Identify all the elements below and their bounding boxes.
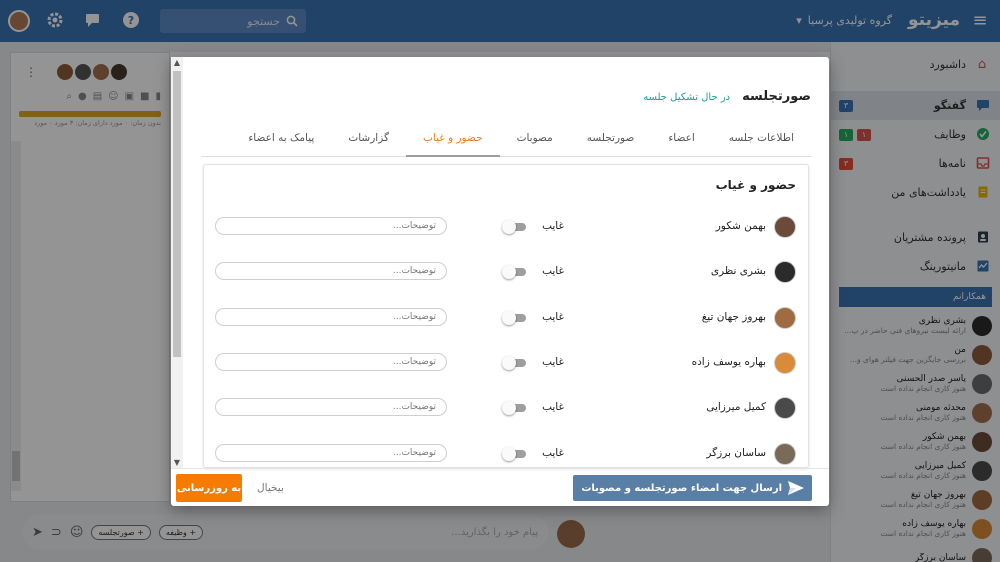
notes-input[interactable]: [215, 398, 447, 417]
attendee-name: کمیل میرزایی: [706, 401, 766, 414]
tab-sms-members[interactable]: پیامک به اعضاء: [231, 123, 331, 157]
avatar: [774, 261, 796, 284]
attendee-name: بشری نظری: [710, 265, 766, 278]
tab-members[interactable]: اعضاء: [651, 123, 711, 157]
absent-label: غایب: [542, 265, 564, 278]
tab-reports[interactable]: گزارشات: [331, 123, 406, 157]
avatar: [774, 216, 796, 238]
absent-label: غایب: [542, 446, 564, 459]
modal-scrollbar[interactable]: ▲ ▼: [171, 57, 183, 469]
modal-footer: ارسال جهت امضاء صورتجلسه و مصوبات بیخیال…: [171, 468, 829, 506]
absent-toggle[interactable]: [502, 265, 528, 280]
notes-input[interactable]: [215, 307, 447, 326]
absent-toggle[interactable]: [502, 220, 528, 234]
absent-label: غایب: [542, 220, 564, 232]
attendee-row: ساسان برزگر غایب: [204, 439, 808, 468]
attendance-card: حضور و غیاب بهمن شکورغایببشری نظریغایببه…: [203, 164, 809, 468]
tab-minutes[interactable]: صورتجلسه: [570, 123, 652, 157]
notes-input[interactable]: [215, 352, 447, 371]
tab-attendance[interactable]: حضور و غیاب: [406, 123, 500, 157]
tab-meeting-info[interactable]: اطلاعات جلسه: [712, 123, 811, 157]
absent-toggle[interactable]: [502, 355, 528, 370]
absent-toggle[interactable]: [502, 310, 528, 325]
chevron-up-icon[interactable]: ▲: [171, 57, 183, 69]
notes-input[interactable]: [215, 217, 447, 235]
attendee-row: بهروز جهان تیغ غایب: [204, 303, 808, 333]
attendee-name: بهاره یوسف زاده: [691, 355, 766, 368]
absent-toggle[interactable]: [502, 446, 528, 461]
avatar: [774, 351, 796, 374]
attendee-row: بهاره یوسف زاده غایب: [204, 348, 808, 378]
cancel-button[interactable]: بیخیال: [251, 475, 290, 501]
attendee-row: کمیل میرزایی غایب: [204, 393, 808, 423]
absent-label: غایب: [542, 401, 564, 414]
absent-label: غایب: [542, 355, 564, 368]
absent-toggle[interactable]: [502, 401, 528, 416]
tab-resolutions[interactable]: مصوبات: [500, 123, 570, 157]
attendee-name: بهمن شکور: [715, 220, 766, 232]
notes-input[interactable]: [215, 443, 447, 462]
meeting-status: در حال تشکیل جلسه: [643, 92, 731, 103]
avatar: [774, 442, 796, 465]
modal-title: صورتجلسه: [742, 89, 811, 104]
absent-label: غایب: [542, 310, 564, 323]
scrollbar-thumb[interactable]: [173, 71, 181, 357]
avatar: [774, 306, 796, 329]
notes-input[interactable]: [215, 262, 447, 281]
attendee-name: بهروز جهان تیغ: [701, 310, 766, 323]
avatar: [774, 397, 796, 420]
send-button-label: ارسال جهت امضاء صورتجلسه و مصوبات: [581, 482, 782, 494]
attendee-name: ساسان برزگر: [706, 446, 766, 459]
update-button[interactable]: به روزرسانی: [176, 474, 242, 502]
attendee-row: بشری نظری غایب: [204, 257, 808, 287]
modal-header: صورتجلسه در حال تشکیل جلسه: [643, 89, 811, 104]
card-title: حضور و غیاب: [715, 178, 796, 192]
send-icon: [788, 481, 804, 495]
send-for-signature-button[interactable]: ارسال جهت امضاء صورتجلسه و مصوبات: [573, 475, 812, 501]
tab-bar: اطلاعات جلسه اعضاء صورتجلسه مصوبات حضور …: [201, 123, 811, 157]
minutes-modal: ▲ ▼ صورتجلسه در حال تشکیل جلسه اطلاعات ج…: [171, 57, 829, 506]
attendee-row: بهمن شکور غایب: [204, 212, 808, 242]
